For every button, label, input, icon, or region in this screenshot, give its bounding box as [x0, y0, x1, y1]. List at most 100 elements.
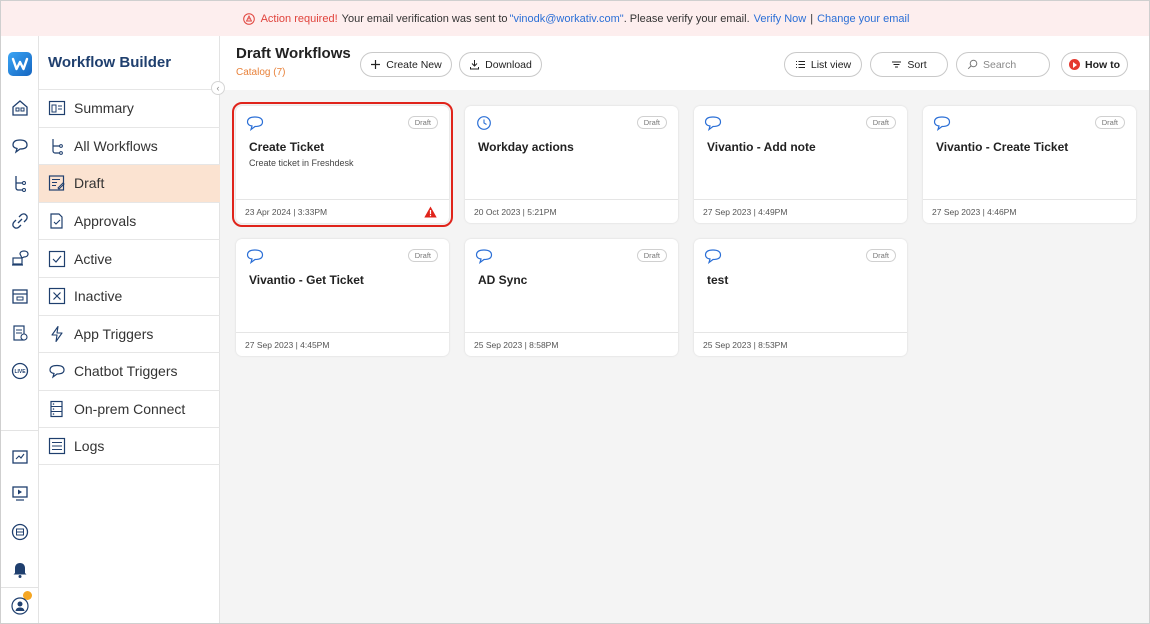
how-to-button[interactable]: How to: [1061, 52, 1128, 77]
active-check-icon: [48, 250, 66, 268]
sidebar-item-label: Draft: [74, 175, 105, 192]
change-email-link[interactable]: Change your email: [817, 13, 909, 25]
card-date: 25 Sep 2023 | 8:58PM: [465, 332, 678, 356]
workflow-grid: Draft Create Ticket Create ticket in Fre…: [220, 90, 1149, 623]
sidebar-item-draft[interactable]: Draft: [39, 164, 220, 202]
chat-icon: [48, 362, 66, 380]
list-view-button[interactable]: List view: [784, 52, 862, 77]
marketplace-icon[interactable]: [9, 521, 31, 543]
alert-icon: [424, 206, 437, 218]
workflow-card[interactable]: Draft AD Sync 25 Sep 2023 | 8:58PM: [465, 239, 678, 356]
search-input[interactable]: Search: [956, 52, 1050, 77]
video-icon[interactable]: [9, 482, 31, 504]
verification-banner: Action required! Your email verification…: [1, 1, 1149, 36]
sidebar-item-label: On-prem Connect: [74, 401, 186, 418]
chat-icon: [704, 116, 722, 131]
collapse-sidebar-button[interactable]: ‹: [211, 81, 225, 95]
status-badge: Draft: [636, 249, 667, 262]
card-date: 27 Sep 2023 | 4:45PM: [236, 332, 449, 356]
chart-icon[interactable]: [9, 446, 31, 468]
page-header: Draft Workflows Catalog (7) Create New D…: [220, 36, 1149, 90]
create-new-button[interactable]: Create New: [360, 52, 452, 77]
rail-divider-bottom: [1, 587, 39, 588]
sort-icon: [892, 61, 902, 68]
sidebar-item-app-triggers[interactable]: App Triggers: [39, 314, 220, 353]
inactive-x-icon: [48, 287, 66, 305]
app-title: Workflow Builder: [48, 54, 172, 71]
user-avatar-icon[interactable]: [9, 595, 31, 617]
banner-message-tail: . Please verify your email.: [623, 12, 750, 25]
chat-icon: [704, 249, 722, 264]
chat-icon: [246, 116, 264, 131]
workflow-card[interactable]: Draft Vivantio - Get Ticket 27 Sep 2023 …: [236, 239, 449, 356]
agent-icon[interactable]: [9, 247, 31, 269]
workflow-card[interactable]: Draft test 25 Sep 2023 | 8:53PM: [694, 239, 907, 356]
warning-icon: [242, 12, 255, 25]
inbox-icon[interactable]: [9, 285, 31, 307]
rail-divider: [1, 430, 39, 431]
sidebar-item-chatbot-triggers[interactable]: Chatbot Triggers: [39, 352, 220, 390]
status-badge: Draft: [1094, 116, 1125, 129]
card-date: 23 Apr 2024 | 3:33PM: [236, 199, 449, 223]
sidebar-item-label: App Triggers: [74, 325, 154, 342]
bell-icon[interactable]: [9, 558, 31, 580]
home-icon[interactable]: [9, 97, 31, 119]
workflow-icon: [48, 137, 66, 155]
card-subtitle: Create ticket in Freshdesk: [249, 158, 354, 168]
verify-now-link[interactable]: Verify Now: [754, 13, 807, 25]
workativ-logo-icon[interactable]: [8, 52, 32, 76]
search-placeholder: Search: [983, 58, 1017, 71]
card-title: Vivantio - Get Ticket: [249, 273, 364, 287]
card-title: Vivantio - Create Ticket: [936, 140, 1069, 154]
plus-icon: [371, 60, 381, 69]
download-button[interactable]: Download: [459, 52, 542, 77]
status-badge: Draft: [865, 116, 896, 129]
sidebar-item-inactive[interactable]: Inactive: [39, 276, 220, 315]
banner-separator: |: [810, 12, 814, 25]
lightning-icon: [48, 325, 66, 343]
sidebar-item-all-workflows[interactable]: All Workflows: [39, 126, 220, 165]
status-badge: Draft: [407, 249, 438, 262]
sidebar-item-active[interactable]: Active: [39, 239, 220, 277]
sidebar-item-logs[interactable]: Logs: [39, 427, 220, 465]
workflow-card[interactable]: Draft Create Ticket Create ticket in Fre…: [232, 102, 453, 227]
workflow-card[interactable]: Draft Workday actions 20 Oct 2023 | 5:21…: [465, 106, 678, 223]
chat-icon: [475, 249, 493, 264]
link-icon[interactable]: [9, 210, 31, 232]
card-title: Vivantio - Add note: [707, 140, 816, 154]
how-to-label: How to: [1085, 58, 1120, 71]
catalog-count[interactable]: Catalog (7): [236, 67, 285, 78]
workflow-card[interactable]: Draft Vivantio - Create Ticket 27 Sep 20…: [923, 106, 1136, 223]
card-title: Create Ticket: [249, 140, 325, 154]
card-title: AD Sync: [478, 273, 528, 287]
logs-icon: [48, 437, 66, 455]
sidebar-item-label: Summary: [74, 100, 134, 117]
clipboard-icon[interactable]: [9, 322, 31, 344]
approvals-icon: [48, 212, 66, 230]
sidebar-item-summary[interactable]: Summary: [39, 89, 220, 127]
card-date: 27 Sep 2023 | 4:46PM: [923, 199, 1136, 223]
search-icon: [967, 59, 978, 70]
card-date: 20 Oct 2023 | 5:21PM: [465, 199, 678, 223]
status-badge: Draft: [407, 116, 438, 129]
chat-icon: [246, 249, 264, 264]
chat-icon[interactable]: [9, 135, 31, 157]
sidebar-nav: Summary All Workflows Draft Approvals Ac…: [39, 89, 220, 465]
clock-icon: [477, 116, 491, 130]
sidebar-item-approvals[interactable]: Approvals: [39, 201, 220, 240]
sort-button[interactable]: Sort: [870, 52, 948, 77]
create-new-label: Create New: [386, 58, 442, 71]
action-required-text: Action required!: [260, 12, 338, 25]
live-icon[interactable]: LIVE: [9, 360, 31, 382]
card-title: test: [707, 273, 729, 287]
summary-icon: [48, 99, 66, 117]
status-badge: Draft: [865, 249, 896, 262]
sidebar-item-onprem-connect[interactable]: On-prem Connect: [39, 389, 220, 428]
sort-label: Sort: [907, 58, 927, 71]
sidebar-item-label: Logs: [74, 438, 105, 455]
sidebar-item-label: All Workflows: [74, 137, 158, 154]
workflow-card[interactable]: Draft Vivantio - Add note 27 Sep 2023 | …: [694, 106, 907, 223]
onprem-icon: [48, 400, 66, 418]
workflow-icon[interactable]: [9, 172, 31, 194]
card-title: Workday actions: [478, 140, 574, 154]
